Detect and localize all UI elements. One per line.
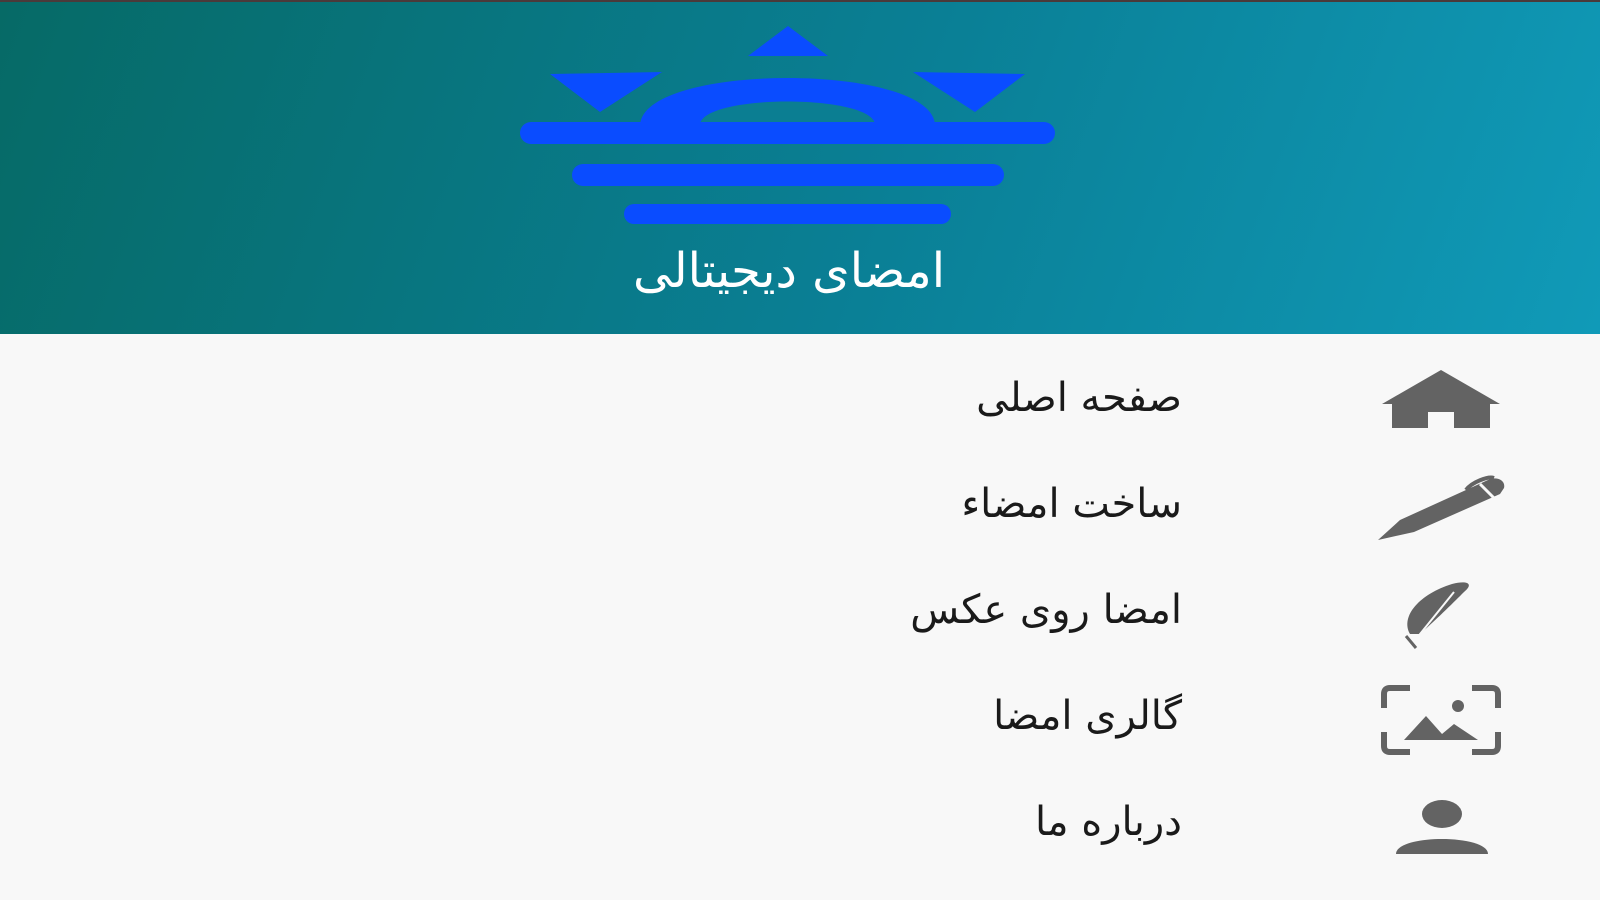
feather-icon [1404,582,1469,649]
menu-item-signature-gallery[interactable]: گالری امضا [0,672,1600,768]
menu-item-label: ساخت امضاء [961,481,1182,527]
menu-item-label: صفحه اصلی [976,375,1182,421]
menu-item-create-signature[interactable]: ساخت امضاء [0,460,1600,556]
menu-item-label: امضا روی عکس [910,587,1182,633]
menu-item-home[interactable]: صفحه اصلی [0,354,1600,450]
menu-item-about-us[interactable]: درباره ما [0,778,1600,874]
signature-app-logo-icon [520,26,1055,224]
menu-item-label: درباره ما [1034,799,1182,845]
home-icon [1382,370,1500,428]
person-icon [1396,800,1488,854]
pen-icon [1378,475,1505,540]
gallery-icon [1381,685,1501,755]
menu-item-label: گالری امضا [993,693,1182,739]
navigation-menu: صفحه اصلی ساخت امضاء امضا روی عکس گالری … [0,334,1600,900]
drawer-header: امضای دیجیتالی [0,2,1600,334]
app-title: امضای دیجیتالی [632,243,946,299]
menu-item-sign-on-photo[interactable]: امضا روی عکس [0,566,1600,662]
